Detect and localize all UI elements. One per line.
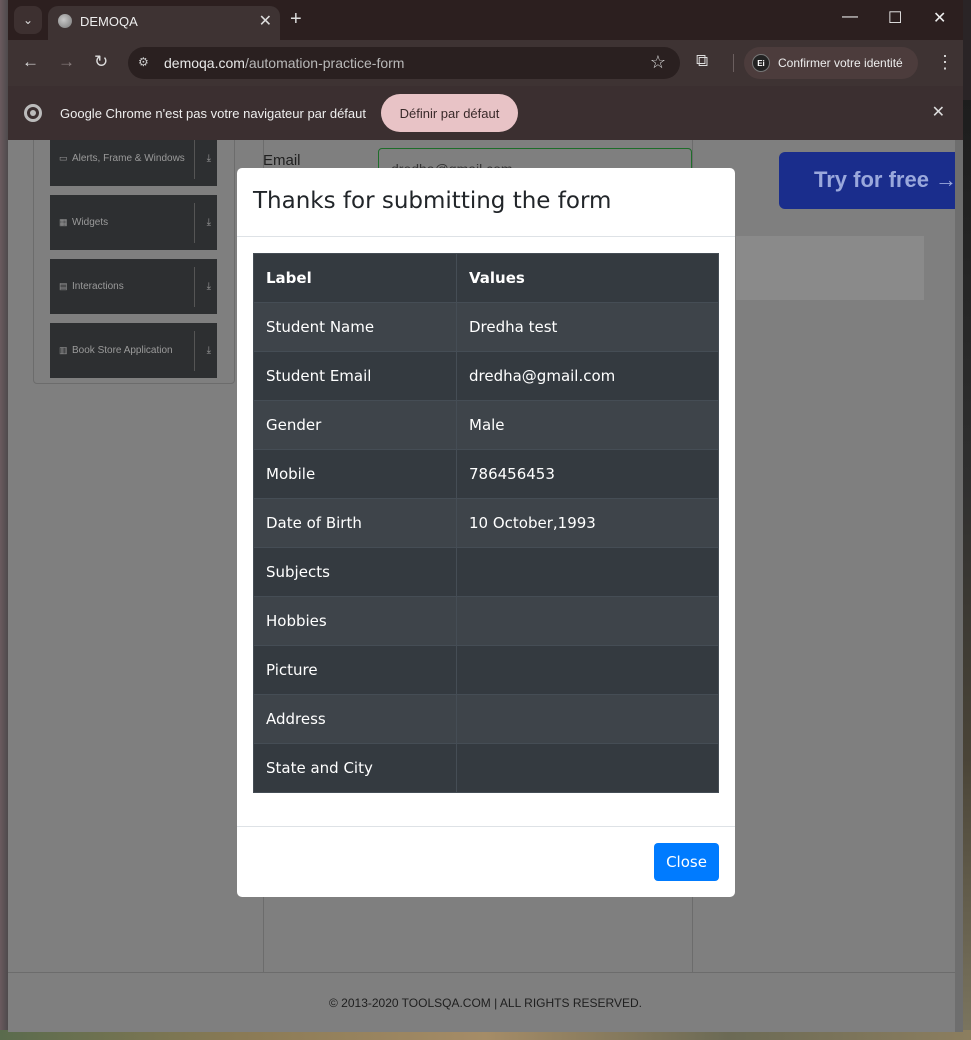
title-bar: ⌄ DEMOQA ✕ + — ☐ ✕ (8, 0, 963, 40)
try-for-free-button[interactable]: Try for free → (779, 152, 963, 209)
url-text: demoqa.com/automation-practice-form (164, 55, 405, 71)
table-row: Address (253, 694, 719, 744)
address-bar[interactable]: ⚙ demoqa.com/automation-practice-form ☆ (128, 47, 680, 79)
books-icon: ▥ (59, 345, 68, 355)
grid-icon: ▦ (59, 217, 68, 227)
default-browser-infobar: Google Chrome n'est pas votre navigateur… (8, 86, 963, 140)
email-label: Email (263, 152, 301, 169)
download-icon: ⤓ (206, 217, 211, 228)
close-button[interactable]: Close (654, 843, 719, 881)
modal-title: Thanks for submitting the form (253, 188, 612, 214)
row-value (456, 596, 719, 646)
minimize-button[interactable]: — (842, 8, 858, 26)
row-label: Date of Birth (253, 498, 457, 548)
tab-search-button[interactable]: ⌄ (14, 6, 42, 34)
table-row: Date of Birth 10 October,1993 (253, 498, 719, 548)
try-label: Try for free → (814, 167, 958, 192)
avatar: Ei (752, 54, 770, 72)
table-row: Hobbies (253, 596, 719, 646)
row-value: dredha@gmail.com (456, 351, 719, 401)
row-value (456, 694, 719, 744)
download-icon: ⤓ (206, 345, 211, 356)
chrome-icon (24, 104, 42, 122)
row-label: Student Email (253, 351, 457, 401)
table-row: State and City (253, 743, 719, 793)
tab-demoqa[interactable]: DEMOQA ✕ (48, 6, 280, 40)
infobar-close-icon[interactable]: ✕ (932, 102, 945, 122)
results-table: Label Values Student Name Dredha test Stud… (253, 253, 719, 793)
row-label: Subjects (253, 547, 457, 597)
desktop-wallpaper-edge (963, 100, 971, 1040)
table-header-label: Label (253, 253, 457, 303)
row-value: 10 October,1993 (456, 498, 719, 548)
row-label: Mobile (253, 449, 457, 499)
submission-modal: Thanks for submitting the form Label Val… (237, 168, 735, 897)
toolbar-divider (733, 54, 734, 72)
tab-title: DEMOQA (80, 14, 138, 29)
modal-divider (237, 236, 735, 237)
sidebar-item-label: Widgets (72, 217, 109, 228)
table-row: Mobile 786456453 (253, 449, 719, 499)
row-label: Hobbies (253, 596, 457, 646)
footer-text: © 2013-2020 TOOLSQA.COM | ALL RIGHTS RES… (329, 996, 642, 1010)
row-label: Gender (253, 400, 457, 450)
sidebar-item-label: Interactions (72, 281, 124, 292)
sidebar: ▭ Alerts, Frame & Windows ⤓ ▦ Widgets ⤓ … (33, 140, 235, 384)
table-row: Student Name Dredha test (253, 302, 719, 352)
tab-close-icon[interactable]: ✕ (259, 11, 272, 31)
row-value: Dredha test (456, 302, 719, 352)
profile-button[interactable]: Ei Confirmer votre identité (744, 47, 918, 79)
download-icon: ⤓ (206, 153, 211, 164)
browser-toolbar: ← → ↻ ⚙ demoqa.com/automation-practice-f… (8, 40, 963, 86)
menu-icon[interactable]: ⋮ (936, 52, 954, 73)
back-icon[interactable]: ← (22, 52, 39, 72)
row-value (456, 743, 719, 793)
row-label: State and City (253, 743, 457, 793)
table-row: Gender Male (253, 400, 719, 450)
row-label: Picture (253, 645, 457, 695)
close-window-button[interactable]: ✕ (933, 8, 946, 28)
sidebar-item-label: Book Store Application (72, 345, 173, 356)
list-icon: ▤ (59, 281, 68, 291)
globe-icon (58, 14, 72, 28)
row-value: Male (456, 400, 719, 450)
infobar-message: Google Chrome n'est pas votre navigateur… (60, 106, 366, 121)
maximize-button[interactable]: ☐ (888, 8, 902, 28)
new-tab-button[interactable]: + (290, 8, 302, 31)
sidebar-item-widgets[interactable]: ▦ Widgets ⤓ (50, 195, 217, 250)
row-value (456, 547, 719, 597)
table-row: Student Email dredha@gmail.com (253, 351, 719, 401)
modal-divider (237, 826, 735, 827)
download-icon: ⤓ (206, 281, 211, 292)
table-header-values: Values (456, 253, 719, 303)
site-settings-icon[interactable]: ⚙ (138, 55, 149, 69)
sidebar-item-alerts[interactable]: ▭ Alerts, Frame & Windows ⤓ (50, 140, 217, 186)
reload-icon[interactable]: ↻ (94, 52, 108, 72)
row-value: 786456453 (456, 449, 719, 499)
window-icon: ▭ (59, 153, 68, 163)
profile-label: Confirmer votre identité (778, 56, 903, 70)
footer-divider (8, 972, 963, 973)
bookmark-star-icon[interactable]: ☆ (650, 52, 666, 73)
sidebar-item-interactions[interactable]: ▤ Interactions ⤓ (50, 259, 217, 314)
row-label: Address (253, 694, 457, 744)
sidebar-item-bookstore[interactable]: ▥ Book Store Application ⤓ (50, 323, 217, 378)
scroll-shadow (955, 140, 963, 1032)
sidebar-item-label: Alerts, Frame & Windows (72, 153, 185, 164)
ad-banner (736, 236, 924, 300)
extensions-icon[interactable]: ⧉ (696, 51, 708, 71)
row-value (456, 645, 719, 695)
forward-icon[interactable]: → (58, 52, 75, 72)
row-label: Student Name (253, 302, 457, 352)
table-row: Subjects (253, 547, 719, 597)
set-default-button[interactable]: Définir par défaut (381, 94, 518, 132)
table-row: Picture (253, 645, 719, 695)
